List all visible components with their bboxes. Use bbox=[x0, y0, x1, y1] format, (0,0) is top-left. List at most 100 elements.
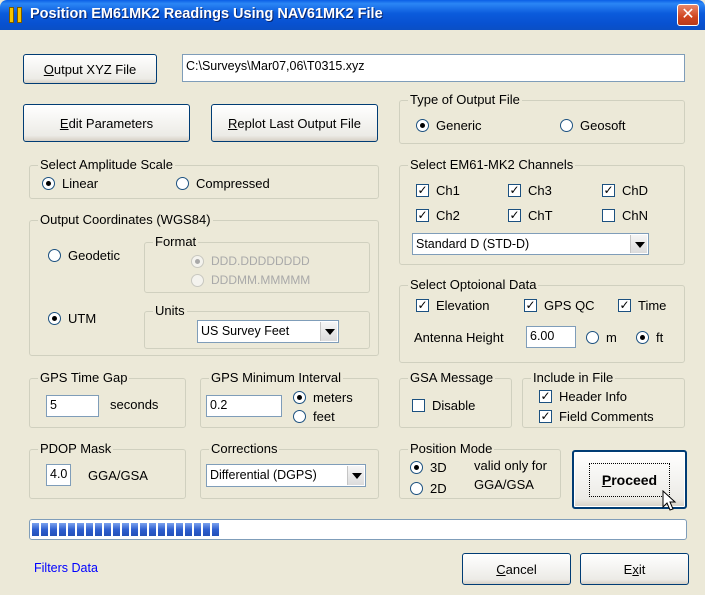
channel-mode-select[interactable]: Standard D (STD-D) bbox=[412, 233, 649, 255]
checkbox-time[interactable]: ✓ Time bbox=[618, 298, 666, 313]
check-icon bbox=[412, 399, 425, 412]
close-button[interactable]: ✕ bbox=[677, 4, 699, 26]
group-legend: Type of Output File bbox=[408, 92, 522, 107]
channels-group: Select EM61-MK2 Channels ✓ Ch1 ✓ Ch3 ✓ ChD … bbox=[399, 157, 685, 265]
check-icon: ✓ bbox=[508, 208, 521, 222]
radio-generic[interactable]: Generic bbox=[416, 118, 482, 133]
checkbox-cht[interactable]: ✓ ChT bbox=[508, 208, 553, 223]
option-label: Compressed bbox=[196, 176, 270, 191]
radio-unit-m[interactable]: m bbox=[586, 330, 617, 345]
progress-segment bbox=[212, 523, 219, 536]
group-legend: PDOP Mask bbox=[38, 441, 114, 456]
radio-feet[interactable]: feet bbox=[293, 409, 335, 424]
gps-min-interval-field[interactable]: 0.2 bbox=[206, 395, 282, 417]
check-icon: ✓ bbox=[602, 183, 615, 197]
check-icon: ✓ bbox=[524, 298, 537, 312]
select-value: US Survey Feet bbox=[201, 324, 290, 338]
checkbox-gps-qc[interactable]: ✓ GPS QC bbox=[524, 298, 595, 313]
progress-segment bbox=[131, 523, 138, 536]
accesskey: E bbox=[59, 115, 69, 131]
check-icon: ✓ bbox=[416, 208, 429, 222]
option-label: ChD bbox=[622, 183, 649, 198]
close-icon: ✕ bbox=[681, 6, 695, 23]
check-icon: ✓ bbox=[539, 389, 552, 403]
exit-button[interactable]: Ex it bbox=[580, 553, 689, 585]
option-label: Ch3 bbox=[528, 183, 552, 198]
checkbox-elevation[interactable]: ✓ Elevation bbox=[416, 298, 489, 313]
radio-geosoft[interactable]: Geosoft bbox=[560, 118, 626, 133]
radio-geodetic[interactable]: Geodetic bbox=[48, 248, 120, 263]
option-label: Generic bbox=[436, 118, 482, 133]
option-label: Header Info bbox=[559, 389, 627, 404]
checkbox-chd[interactable]: ✓ ChD bbox=[602, 183, 648, 198]
accesskey: O bbox=[43, 61, 54, 77]
pdop-mask-field[interactable]: 4.0 bbox=[46, 464, 71, 486]
units-group: Units US Survey Feet bbox=[144, 303, 370, 349]
output-coordinates-group: Output Coordinates (WGS84) Geodetic UTM … bbox=[29, 212, 379, 356]
checkbox-ch2[interactable]: ✓ Ch2 bbox=[416, 208, 460, 223]
include-in-file-group: Include in File ✓ Header Info ✓ Field Comm… bbox=[522, 370, 685, 428]
option-label: Geosoft bbox=[580, 118, 626, 133]
radio-indicator bbox=[48, 312, 61, 325]
radio-2d[interactable]: 2D bbox=[410, 481, 447, 496]
chevron-down-icon[interactable] bbox=[630, 235, 647, 253]
chevron-down-icon[interactable] bbox=[320, 322, 337, 341]
replot-last-output-button[interactable]: Replot Last Output File bbox=[211, 104, 378, 142]
radio-unit-ft[interactable]: ft bbox=[636, 330, 663, 345]
checkbox-header-info[interactable]: ✓ Header Info bbox=[539, 389, 627, 404]
progress-segment bbox=[77, 523, 84, 536]
output-path-field[interactable]: C:\Surveys\Mar07,06\T0315.xyz bbox=[182, 54, 685, 82]
option-label: m bbox=[606, 330, 617, 345]
radio-indicator bbox=[410, 482, 423, 495]
radio-3d[interactable]: 3D bbox=[410, 460, 447, 475]
select-value: Differential (DGPS) bbox=[210, 468, 317, 482]
accesskey: C bbox=[496, 561, 506, 577]
cancel-button[interactable]: Cancel bbox=[462, 553, 571, 585]
group-legend: Select Optoional Data bbox=[408, 277, 539, 292]
radio-utm[interactable]: UTM bbox=[48, 311, 96, 326]
checkbox-ch1[interactable]: ✓ Ch1 bbox=[416, 183, 460, 198]
checkbox-ch3[interactable]: ✓ Ch3 bbox=[508, 183, 552, 198]
progress-segment bbox=[50, 523, 57, 536]
output-xyz-file-button[interactable]: Output XYZ File bbox=[23, 54, 157, 84]
progress-segment bbox=[68, 523, 75, 536]
checkbox-disable-gsa[interactable]: Disable bbox=[412, 398, 475, 413]
checkbox-field-comments[interactable]: ✓ Field Comments bbox=[539, 409, 654, 424]
output-type-group: Type of Output File Generic Geosoft bbox=[399, 92, 685, 144]
radio-linear[interactable]: Linear bbox=[42, 176, 98, 191]
checkbox-chn[interactable]: ChN bbox=[602, 208, 648, 223]
edit-parameters-button[interactable]: Edit Parameters bbox=[23, 104, 190, 142]
corrections-select[interactable]: Differential (DGPS) bbox=[206, 464, 366, 487]
progress-segment bbox=[176, 523, 183, 536]
progress-segment bbox=[104, 523, 111, 536]
group-legend: Select Amplitude Scale bbox=[38, 157, 175, 172]
radio-indicator bbox=[191, 254, 204, 268]
antenna-height-field[interactable]: 6.00 bbox=[526, 326, 576, 348]
radio-meters[interactable]: meters bbox=[293, 390, 353, 405]
check-icon: ✓ bbox=[508, 183, 521, 197]
button-label: ancel bbox=[505, 561, 537, 577]
option-label: Ch1 bbox=[436, 183, 460, 198]
radio-indicator bbox=[48, 249, 61, 262]
radio-indicator bbox=[416, 119, 429, 132]
check-icon: ✓ bbox=[416, 183, 429, 197]
corrections-group: Corrections Differential (DGPS) bbox=[200, 441, 379, 499]
radio-format-dddmm[interactable]: DDDMM.MMMMM bbox=[191, 273, 310, 287]
radio-indicator bbox=[42, 177, 55, 190]
option-label: Ch2 bbox=[436, 208, 460, 223]
option-label: UTM bbox=[68, 311, 97, 326]
option-label: Field Comments bbox=[559, 409, 654, 424]
option-label: ChT bbox=[528, 208, 553, 223]
radio-indicator bbox=[293, 391, 306, 404]
radio-format-ddd[interactable]: DDD.DDDDDDDD bbox=[191, 254, 310, 268]
group-legend: Units bbox=[153, 303, 187, 318]
option-label: Time bbox=[638, 298, 667, 313]
radio-indicator bbox=[410, 461, 423, 474]
progress-fill bbox=[32, 523, 684, 536]
chevron-down-icon[interactable] bbox=[347, 466, 364, 485]
radio-compressed[interactable]: Compressed bbox=[176, 176, 270, 191]
units-select[interactable]: US Survey Feet bbox=[197, 320, 339, 343]
gps-time-gap-field[interactable]: 5 bbox=[46, 395, 99, 417]
amplitude-scale-group: Select Amplitude Scale Linear Compressed bbox=[29, 157, 379, 199]
title-bar[interactable]: Position EM61MK2 Readings Using NAV61MK2… bbox=[0, 0, 705, 30]
